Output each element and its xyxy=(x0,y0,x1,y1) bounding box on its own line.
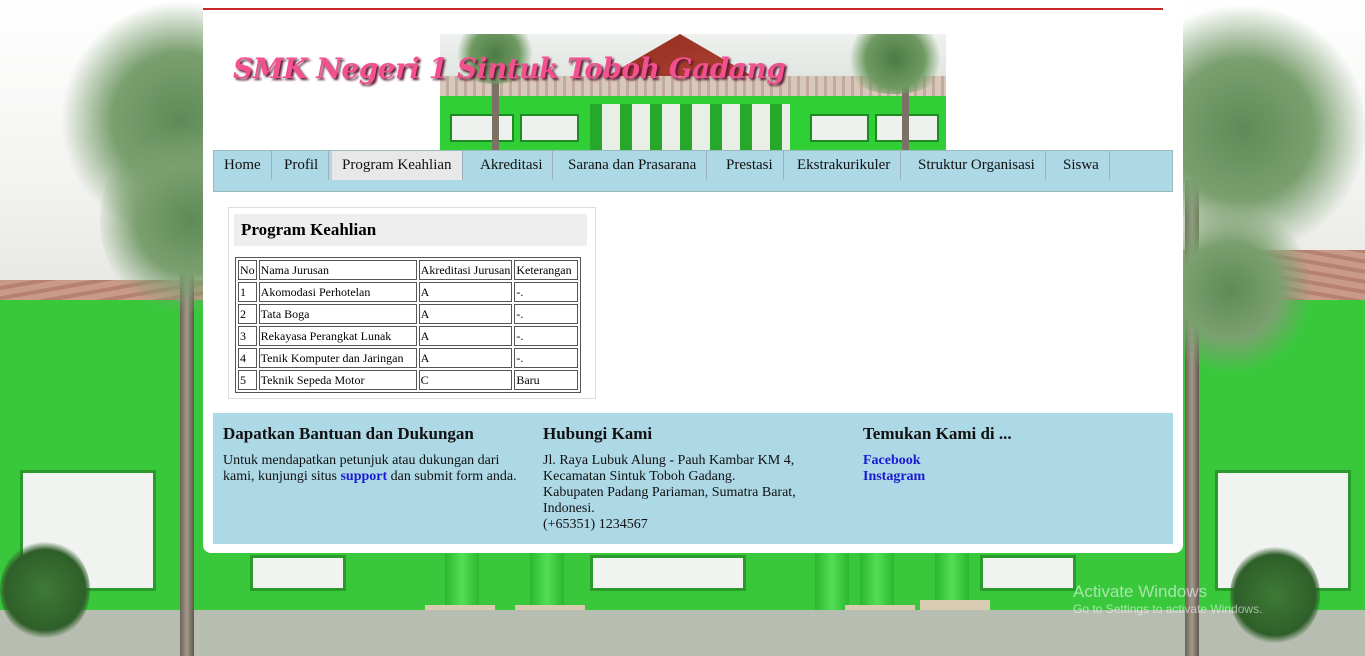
header-cell: Akreditasi Jurusan xyxy=(418,260,513,280)
nav-home[interactable]: Home xyxy=(214,151,272,180)
table-cell: -. xyxy=(514,326,579,346)
footer-contact-title: Hubungi Kami xyxy=(543,424,653,443)
footer-help-title: Dapatkan Bantuan dan Dukungan xyxy=(223,424,474,443)
table-cell: C xyxy=(418,370,513,390)
support-link[interactable]: support xyxy=(340,469,387,484)
table-row: 1 Akomodasi Perhotelan A -. xyxy=(238,282,579,302)
header-cell: No xyxy=(238,260,257,280)
address-line: Kecamatan Sintuk Toboh Gadang. xyxy=(543,469,736,484)
table-cell: 4 xyxy=(238,348,257,368)
address-line: Jl. Raya Lubuk Alung - Pauh Kambar KM 4, xyxy=(543,453,795,468)
table-row: 5 Teknik Sepeda Motor C Baru xyxy=(238,370,579,390)
table-cell: Baru xyxy=(514,370,579,390)
address-line: Kabupaten Padang Pariaman, Sumatra Barat… xyxy=(543,485,796,500)
table-cell: -. xyxy=(514,348,579,368)
header-cell: Nama Jurusan xyxy=(258,260,417,280)
table-cell: A xyxy=(418,304,513,324)
nav-siswa[interactable]: Siswa xyxy=(1053,151,1110,180)
table-cell: -. xyxy=(514,282,579,302)
table-cell: 2 xyxy=(238,304,257,324)
table-cell: A xyxy=(418,282,513,302)
nav-sarana-prasarana[interactable]: Sarana dan Prasarana xyxy=(558,151,708,180)
panel-heading: Program Keahlian xyxy=(234,214,587,246)
phone-number: (+65351) 1234567 xyxy=(543,517,648,532)
table-cell: A xyxy=(418,326,513,346)
table-cell: Tata Boga xyxy=(258,304,417,324)
nav-profil[interactable]: Profil xyxy=(274,151,330,180)
table-cell: 1 xyxy=(238,282,257,302)
header-cell: Keterangan xyxy=(514,260,579,280)
table-row: 4 Tenik Komputer dan Jaringan A -. xyxy=(238,348,579,368)
footer: Dapatkan Bantuan dan Dukungan Untuk mend… xyxy=(213,413,1173,544)
footer-social: Temukan Kami di ... Facebook Instagram xyxy=(863,425,1163,485)
table-cell: 3 xyxy=(238,326,257,346)
jurusan-table: No Nama Jurusan Akreditasi Jurusan Keter… xyxy=(235,257,582,393)
watermark-title: Activate Windows xyxy=(1073,582,1208,601)
table-cell: Tenik Komputer dan Jaringan xyxy=(258,348,417,368)
watermark-subtitle: Go to Settings to activate Windows. xyxy=(1073,602,1263,616)
nav-program-keahlian[interactable]: Program Keahlian xyxy=(332,151,463,180)
table-cell: Rekayasa Perangkat Lunak xyxy=(258,326,417,346)
footer-help: Dapatkan Bantuan dan Dukungan Untuk mend… xyxy=(223,425,523,485)
main-navigation: Home Profil Program Keahlian Akreditasi … xyxy=(213,150,1173,192)
activate-windows-watermark: Activate Windows Go to Settings to activ… xyxy=(1073,582,1262,616)
nav-ekstrakurikuler[interactable]: Ekstrakurikuler xyxy=(787,151,902,180)
footer-contact: Hubungi Kami Jl. Raya Lubuk Alung - Pauh… xyxy=(543,425,843,533)
table-cell: Akomodasi Perhotelan xyxy=(258,282,417,302)
header: SMK Negeri 1 Sintuk Toboh Gadang xyxy=(203,10,1183,150)
nav-struktur-organisasi[interactable]: Struktur Organisasi xyxy=(908,151,1046,180)
page-container: SMK Negeri 1 Sintuk Toboh Gadang Home Pr… xyxy=(203,0,1183,553)
site-title: SMK Negeri 1 Sintuk Toboh Gadang xyxy=(233,52,786,85)
nav-prestasi[interactable]: Prestasi xyxy=(716,151,784,180)
table-header-row: No Nama Jurusan Akreditasi Jurusan Keter… xyxy=(238,260,579,280)
table-row: 2 Tata Boga A -. xyxy=(238,304,579,324)
table-cell: -. xyxy=(514,304,579,324)
footer-social-title: Temukan Kami di ... xyxy=(863,424,1012,443)
table-cell: Teknik Sepeda Motor xyxy=(258,370,417,390)
nav-akreditasi[interactable]: Akreditasi xyxy=(470,151,554,180)
facebook-link[interactable]: Facebook xyxy=(863,453,1163,469)
footer-help-text-after: dan submit form anda. xyxy=(390,469,517,484)
table-cell: 5 xyxy=(238,370,257,390)
address-line: Indonesi. xyxy=(543,501,595,516)
table-cell: A xyxy=(418,348,513,368)
program-keahlian-panel: Program Keahlian No Nama Jurusan Akredit… xyxy=(228,207,596,399)
table-row: 3 Rekayasa Perangkat Lunak A -. xyxy=(238,326,579,346)
instagram-link[interactable]: Instagram xyxy=(863,469,1163,485)
